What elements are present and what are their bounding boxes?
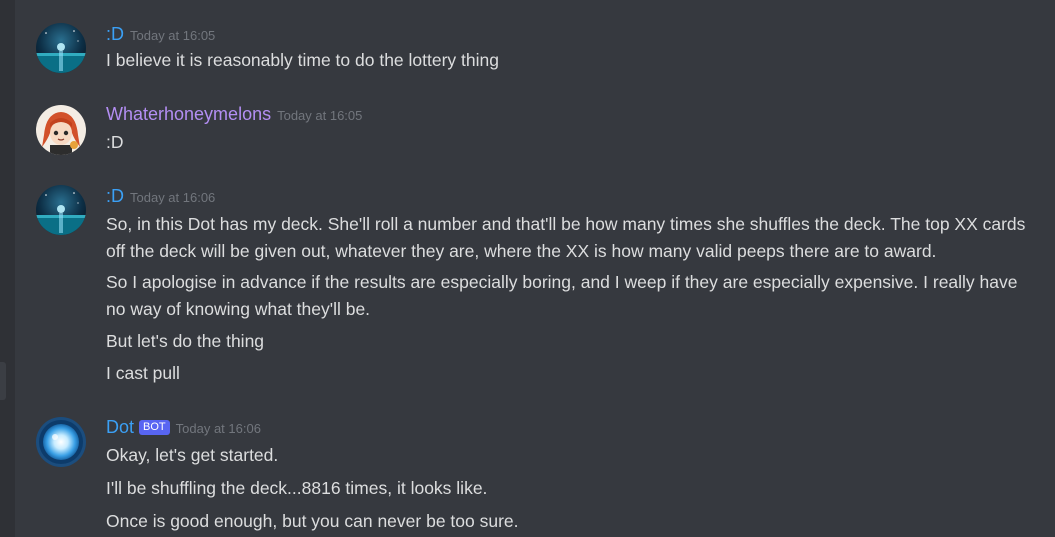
message-text: But let's do the thing xyxy=(106,331,265,351)
message-text: I cast pull xyxy=(106,363,180,383)
bot-badge: BOT xyxy=(139,420,170,435)
message-text: So, in this Dot has my deck. She'll roll… xyxy=(106,214,1026,261)
night-sea-icon[interactable] xyxy=(36,23,86,73)
night-sea-icon[interactable] xyxy=(36,185,86,235)
message-header: Dot BOT Today at 16:06 xyxy=(106,417,261,441)
message-text: Okay, let's get started. xyxy=(106,445,279,465)
message-text: I'll be shuffling the deck...8816 times,… xyxy=(106,478,488,498)
message-text: So I apologise in advance if the results… xyxy=(106,272,1018,319)
username[interactable]: Whaterhoneymelons xyxy=(106,104,271,124)
scroll-handle[interactable] xyxy=(0,362,6,400)
message-header: Whaterhoneymelons Today at 16:05 xyxy=(106,104,362,128)
timestamp[interactable]: Today at 16:05 xyxy=(130,28,215,43)
message-header: :D Today at 16:06 xyxy=(106,186,215,210)
blue-orb-icon[interactable] xyxy=(36,417,86,467)
username[interactable]: Dot xyxy=(106,417,134,437)
message-text: Once is good enough, but you can never b… xyxy=(106,511,519,531)
username[interactable]: :D xyxy=(106,186,124,206)
message-text: I believe it is reasonably time to do th… xyxy=(106,50,499,70)
username[interactable]: :D xyxy=(106,24,124,44)
left-gutter xyxy=(0,0,15,537)
chat-view: :D Today at 16:05 I believe it is reasona… xyxy=(0,0,1055,537)
message-header: :D Today at 16:05 xyxy=(106,24,215,48)
timestamp[interactable]: Today at 16:05 xyxy=(277,108,362,123)
timestamp[interactable]: Today at 16:06 xyxy=(130,190,215,205)
anime-character-icon[interactable] xyxy=(36,105,86,155)
message-text: :D xyxy=(106,132,124,152)
timestamp[interactable]: Today at 16:06 xyxy=(176,421,261,436)
